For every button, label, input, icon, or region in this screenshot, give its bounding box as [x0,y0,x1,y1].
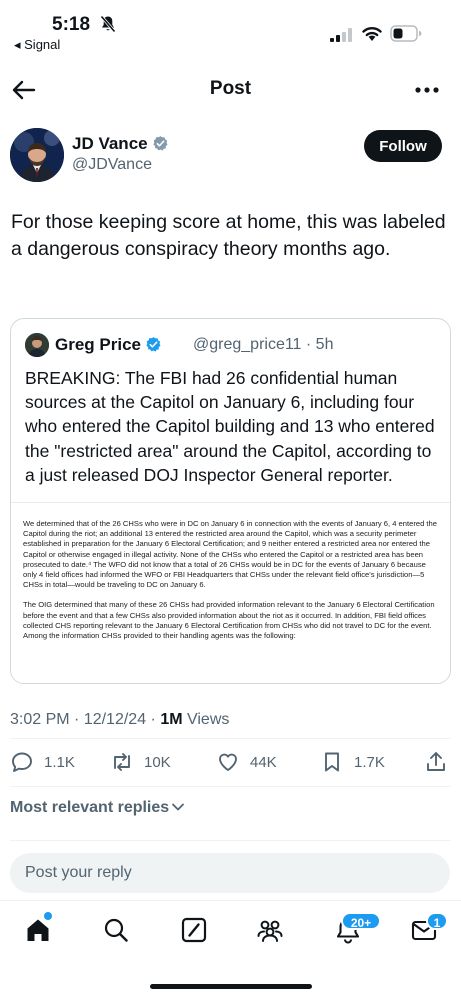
post-timestamp-views: 3:02 PM · 12/12/24 · 1M Views [10,711,229,729]
chevron-down-icon [172,803,185,811]
back-to-app-link[interactable]: ◂ Signal [14,37,60,53]
share-button[interactable] [424,748,448,776]
repost-count: 10K [144,753,171,771]
bottom-tab-bar [0,900,461,960]
search-icon [104,918,128,942]
author-row: JD Vance @JDVance Follow [0,126,461,186]
home-icon [27,919,49,941]
grok-icon [181,917,207,943]
notifications-badge: 20+ [341,912,381,930]
post-actions: 1.1K 10K 44K 1.7K [0,748,461,776]
status-time: 5:18 [52,14,91,35]
nav-header: Post [0,70,461,110]
divider [10,786,451,787]
reply-count: 1.1K [44,753,75,771]
quoted-post[interactable]: Greg Price @greg_price11 · 5h BREAKING: … [10,318,451,684]
tab-communities[interactable] [256,916,286,946]
repost-icon [114,753,130,771]
heart-icon [219,753,237,771]
replies-sort-dropdown[interactable]: Most relevant replies [10,799,185,817]
bookmark-icon [325,752,339,772]
avatar[interactable] [10,128,64,182]
author-handle[interactable]: @JDVance [72,156,152,174]
like-button[interactable]: 44K [216,748,277,776]
status-bar: 5:18 ◂ Signal [0,0,461,58]
quoted-post-document-image[interactable]: We determined that of the 26 CHSs who we… [11,502,450,683]
bookmark-button[interactable]: 1.7K [320,748,385,776]
repost-button[interactable]: 10K [110,748,171,776]
page-title: Post [209,78,252,99]
messages-badge: 1 [426,912,448,930]
views-count: 1M [160,711,183,728]
tab-grok[interactable] [180,916,210,946]
tab-home[interactable] [24,916,54,946]
reply-button[interactable]: 1.1K [10,748,75,776]
quoted-author-name: Greg Price [55,335,162,355]
battery-icon [390,25,422,42]
author-name[interactable]: JD Vance [72,134,169,154]
like-count: 44K [250,753,277,771]
more-horizontal-icon[interactable] [412,76,442,104]
share-icon [427,752,445,771]
home-indicator [150,984,312,989]
replies-sort-label: Most relevant replies [10,799,170,816]
post-text: For those keeping score at home, this wa… [11,211,446,260]
divider [10,738,451,739]
quoted-post-header: Greg Price @greg_price11 · 5h [25,333,445,359]
quoted-author-handle-time: @greg_price11 · 5h [193,336,334,353]
divider [10,840,451,841]
communities-icon [257,920,283,942]
verified-badge-icon [146,337,161,352]
follow-button[interactable]: Follow [364,130,442,162]
document-paragraph: We determined that of the 26 CHSs who we… [23,519,437,590]
document-paragraph: The OIG determined that many of these 26… [23,600,435,641]
reply-input[interactable]: Post your reply [10,853,450,893]
post-timestamp[interactable]: 3:02 PM · 12/12/24 · [10,711,160,728]
author-name-text[interactable]: JD Vance [72,134,148,153]
verified-badge-icon [153,136,168,151]
quoted-author-avatar[interactable] [25,333,49,357]
wifi-icon [362,27,382,41]
views-label: Views [182,711,230,728]
bookmark-count: 1.7K [354,753,385,771]
tab-search[interactable] [102,916,132,946]
cellular-signal-icon [330,28,352,42]
home-notification-dot [44,912,52,920]
bell-slash-icon [100,15,116,33]
quoted-post-text: BREAKING: The FBI had 26 confidential hu… [25,368,435,485]
reply-icon [12,752,32,772]
quoted-author-name-text: Greg Price [55,335,141,354]
